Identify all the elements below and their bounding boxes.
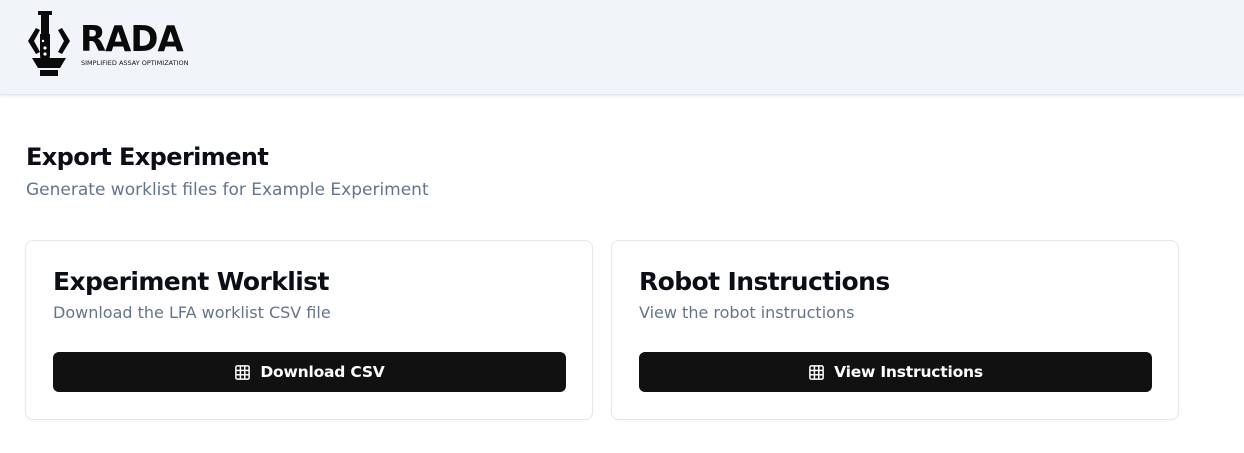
table-icon bbox=[235, 364, 251, 380]
card-title: Robot Instructions bbox=[639, 267, 890, 296]
card-description: Download the LFA worklist CSV file bbox=[53, 303, 331, 322]
button-label: Download CSV bbox=[260, 363, 385, 381]
page-subtitle: Generate worklist files for Example Expe… bbox=[26, 180, 429, 200]
button-label: View Instructions bbox=[834, 363, 983, 381]
view-instructions-button[interactable]: View Instructions bbox=[639, 352, 1152, 392]
table-icon bbox=[809, 364, 824, 380]
card-description: View the robot instructions bbox=[639, 303, 855, 322]
flask-hexagon-icon bbox=[28, 11, 70, 76]
rada-logo[interactable]: RADA SIMPLIFIED ASSAY OPTIMIZATION bbox=[26, 10, 206, 80]
logo-tagline: SIMPLIFIED ASSAY OPTIMIZATION bbox=[81, 59, 189, 67]
download-csv-button[interactable]: Download CSV bbox=[53, 352, 566, 392]
logo-wordmark: RADA bbox=[80, 19, 184, 60]
robot-instructions-card: Robot Instructions View the robot instru… bbox=[611, 240, 1179, 420]
top-bar: RADA SIMPLIFIED ASSAY OPTIMIZATION bbox=[0, 0, 1244, 95]
experiment-worklist-card: Experiment Worklist Download the LFA wor… bbox=[25, 240, 593, 420]
card-title: Experiment Worklist bbox=[53, 267, 329, 296]
page-title: Export Experiment bbox=[26, 143, 269, 171]
